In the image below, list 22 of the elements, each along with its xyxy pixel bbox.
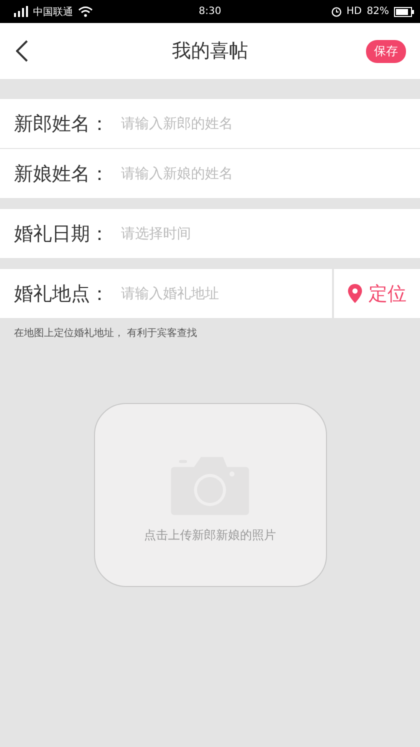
network-label: HD bbox=[346, 6, 362, 17]
carrier-name: 中国联通 bbox=[33, 6, 73, 18]
field-label: 婚礼日期： bbox=[14, 222, 110, 246]
input-field[interactable]: 请选择时间 bbox=[121, 226, 420, 242]
field-label: 婚礼地点： bbox=[14, 282, 110, 306]
battery-icon bbox=[394, 6, 414, 16]
hint-text: 在地图上定位婚礼地址， 有利于宾客查找 bbox=[13, 326, 198, 341]
photo-upload-button[interactable]: 点击上传新郎新娘的照片 bbox=[94, 403, 326, 587]
page-title: 我的喜帖 bbox=[172, 39, 248, 64]
input-field[interactable]: 请输入新郎的姓名 bbox=[121, 116, 420, 132]
field-label: 新郎姓名： bbox=[14, 112, 110, 136]
status-time: 8:30 bbox=[198, 6, 222, 17]
wifi-icon bbox=[78, 6, 93, 17]
location-pin-icon bbox=[348, 284, 362, 303]
input-field[interactable]: 请输入新娘的姓名 bbox=[121, 166, 420, 182]
save-button[interactable]: 保存 bbox=[366, 40, 406, 62]
signal-icon bbox=[14, 6, 28, 17]
input-field[interactable]: 请输入婚礼地址 bbox=[121, 286, 332, 302]
field-label: 新娘姓名： bbox=[14, 162, 110, 186]
alarm-clock-icon bbox=[330, 6, 342, 17]
back-icon[interactable] bbox=[16, 40, 28, 62]
battery-percent: 82% bbox=[366, 6, 389, 17]
